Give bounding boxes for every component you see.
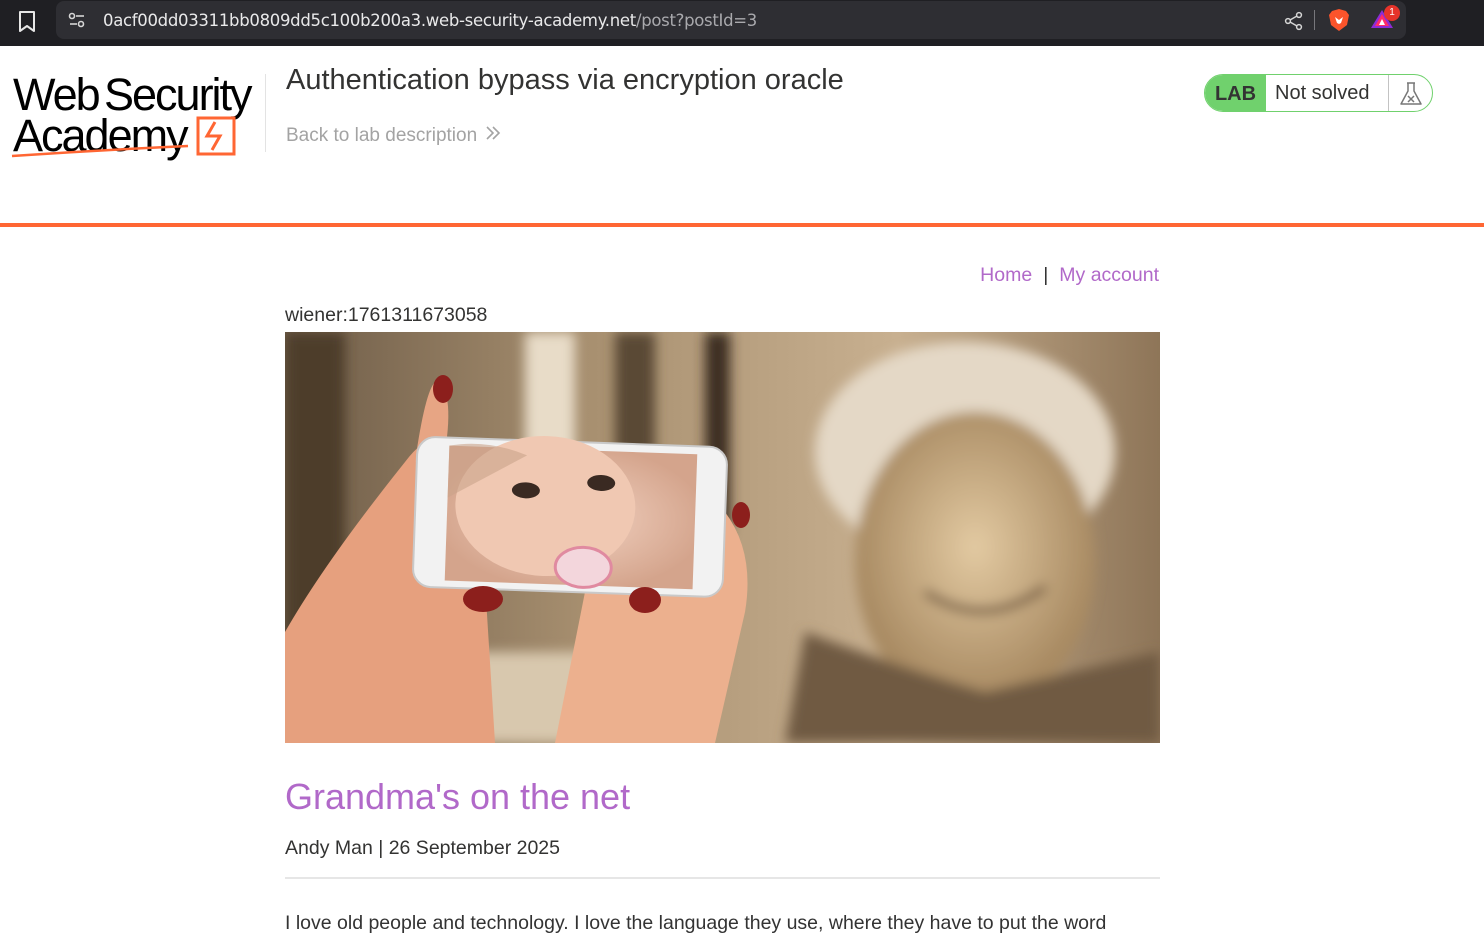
back-link-label: Back to lab description bbox=[286, 125, 478, 147]
home-link[interactable]: Home bbox=[980, 264, 1032, 286]
site-settings-icon[interactable] bbox=[68, 12, 86, 33]
post-title: Grandma's on the net bbox=[285, 776, 631, 817]
lab-status-widget: LAB Not solved bbox=[1204, 74, 1433, 112]
session-cookie-text: wiener:1761311673058 bbox=[285, 304, 488, 326]
lab-status-text: Not solved bbox=[1275, 82, 1370, 104]
nav-separator: | bbox=[1043, 264, 1049, 286]
bookmark-icon[interactable] bbox=[17, 10, 37, 39]
academy-logo[interactable]: Web Security Academy bbox=[10, 68, 260, 168]
brave-shields-icon[interactable] bbox=[1328, 8, 1350, 37]
rewards-badge: 1 bbox=[1384, 5, 1400, 21]
logo-divider bbox=[265, 74, 266, 152]
back-to-lab-link[interactable]: Back to lab description bbox=[286, 125, 501, 147]
lab-badge: LAB bbox=[1205, 75, 1266, 111]
header-divider bbox=[0, 223, 1484, 227]
url-text: 0acf00dd03311bb0809dd5c100b200a3.web-sec… bbox=[103, 11, 757, 30]
share-icon[interactable] bbox=[1284, 11, 1304, 36]
post-image bbox=[285, 332, 1160, 743]
status-divider bbox=[1388, 75, 1389, 111]
toolbar-divider bbox=[1314, 10, 1315, 30]
top-navigation: Home | My account bbox=[980, 264, 1159, 287]
url-host: 0acf00dd03311bb0809dd5c100b200a3.web-sec… bbox=[103, 11, 636, 30]
flask-icon bbox=[1398, 80, 1424, 111]
url-path: /post?postId=3 bbox=[635, 11, 757, 30]
post-body-text: I love old people and technology. I love… bbox=[285, 912, 1107, 934]
my-account-link[interactable]: My account bbox=[1059, 264, 1159, 286]
address-bar[interactable]: 0acf00dd03311bb0809dd5c100b200a3.web-sec… bbox=[56, 1, 1406, 39]
browser-toolbar: 0acf00dd03311bb0809dd5c100b200a3.web-sec… bbox=[0, 0, 1484, 46]
post-divider bbox=[285, 877, 1160, 879]
double-chevron-right-icon bbox=[485, 125, 501, 147]
post-author-date: Andy Man | 26 September 2025 bbox=[285, 837, 560, 859]
lab-title: Authentication bypass via encryption ora… bbox=[286, 64, 844, 96]
